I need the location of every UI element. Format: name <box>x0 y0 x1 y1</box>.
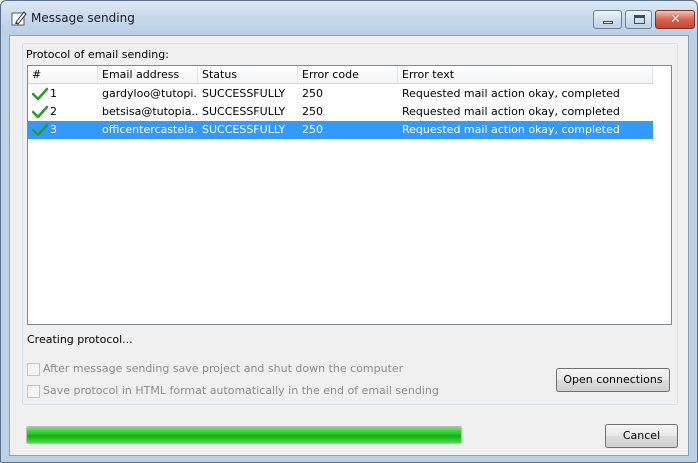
open-connections-button[interactable]: Open connections <box>556 368 670 392</box>
minimize-button[interactable] <box>593 10 622 29</box>
close-button[interactable]: ✕ <box>655 10 695 29</box>
column-header-error-text[interactable]: Error text <box>398 66 653 84</box>
dialog-client-area: Protocol of email sending: # Email addre… <box>9 35 689 456</box>
save-html-checkbox-label: Save protocol in HTML format automatical… <box>43 384 439 397</box>
shutdown-checkbox-label: After message sending save project and s… <box>43 362 404 375</box>
email-cell: gardyloo@tutopi... <box>102 87 198 100</box>
error-text-cell: Requested mail action okay, completed <box>402 105 620 118</box>
window-title: Message sending <box>31 11 135 25</box>
table-row[interactable]: 2 betsisa@tutopia.... SUCCESSFULLY 250 R… <box>28 103 653 121</box>
error-text-cell: Requested mail action okay, completed <box>402 123 620 136</box>
row-number: 1 <box>50 87 57 100</box>
status-cell: SUCCESSFULLY <box>202 105 286 118</box>
close-icon: ✕ <box>670 12 681 27</box>
minimize-icon <box>603 21 613 24</box>
row-number: 2 <box>50 105 57 118</box>
sending-progress-bar <box>26 426 462 444</box>
status-text: Creating protocol... <box>27 333 133 346</box>
column-header-error-code[interactable]: Error code <box>298 66 398 84</box>
error-code-cell: 250 <box>302 105 323 118</box>
status-cell: SUCCESSFULLY <box>202 87 286 100</box>
protocol-list[interactable]: # Email address Status Error code Error … <box>27 65 672 325</box>
maximize-button[interactable] <box>625 10 652 29</box>
green-checkmark-icon <box>32 123 48 137</box>
column-header-email[interactable]: Email address <box>98 66 198 84</box>
error-text-cell: Requested mail action okay, completed <box>402 87 620 100</box>
protocol-group-label: Protocol of email sending: <box>26 48 169 61</box>
title-bar[interactable]: Message sending ✕ <box>1 1 697 35</box>
cancel-button[interactable]: Cancel <box>605 424 678 448</box>
email-cell: officentercastela... <box>102 123 198 136</box>
table-row[interactable]: 1 gardyloo@tutopi... SUCCESSFULLY 250 Re… <box>28 85 653 103</box>
message-sending-window: Message sending ✕ Protocol of email send… <box>0 0 698 463</box>
list-header: # Email address Status Error code Error … <box>28 66 653 84</box>
email-cell: betsisa@tutopia.... <box>102 105 198 118</box>
green-checkmark-icon <box>32 87 48 101</box>
error-code-cell: 250 <box>302 87 323 100</box>
shutdown-checkbox[interactable] <box>27 363 40 376</box>
green-checkmark-icon <box>32 105 48 119</box>
error-code-cell: 250 <box>302 123 323 136</box>
save-html-checkbox[interactable] <box>27 385 40 398</box>
table-row-selected[interactable]: 3 officentercastela... SUCCESSFULLY 250 … <box>28 121 653 139</box>
maximize-icon <box>634 15 645 24</box>
column-header-number[interactable]: # <box>28 66 98 84</box>
progress-fill <box>27 427 461 443</box>
status-cell: SUCCESSFULLY <box>202 123 286 136</box>
pencil-edit-icon <box>11 11 27 26</box>
column-header-status[interactable]: Status <box>198 66 298 84</box>
row-number: 3 <box>50 123 57 136</box>
